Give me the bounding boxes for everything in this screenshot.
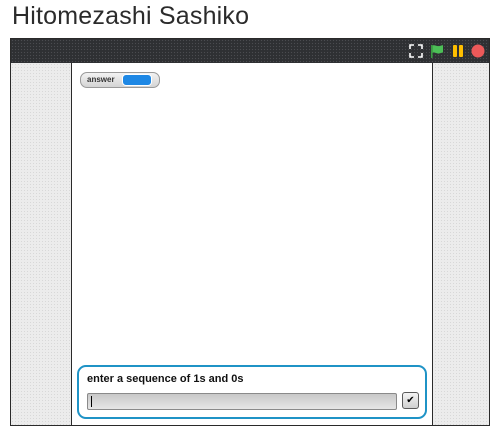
text-caret xyxy=(91,396,92,407)
answer-input[interactable] xyxy=(87,393,397,410)
monitor-label: answer xyxy=(87,75,115,84)
stop-icon[interactable] xyxy=(471,44,485,58)
page-title: Hitomezashi Sashiko xyxy=(12,2,250,30)
fullscreen-icon[interactable] xyxy=(409,44,423,58)
variable-monitor[interactable]: answer xyxy=(80,72,160,88)
stage-backdrop: answer enter a sequence of 1s and 0s ✔ xyxy=(11,63,489,425)
monitor-value xyxy=(122,74,152,86)
submit-answer-button[interactable]: ✔ xyxy=(402,392,419,409)
ask-prompt-box: enter a sequence of 1s and 0s ✔ xyxy=(77,365,427,419)
green-flag-icon[interactable] xyxy=(430,44,444,58)
ask-prompt-text: enter a sequence of 1s and 0s xyxy=(87,373,244,385)
stage-canvas[interactable]: answer enter a sequence of 1s and 0s ✔ xyxy=(71,63,433,425)
player-toolbar xyxy=(11,39,489,63)
pause-icon[interactable] xyxy=(451,44,465,58)
project-player: answer enter a sequence of 1s and 0s ✔ xyxy=(10,38,490,426)
